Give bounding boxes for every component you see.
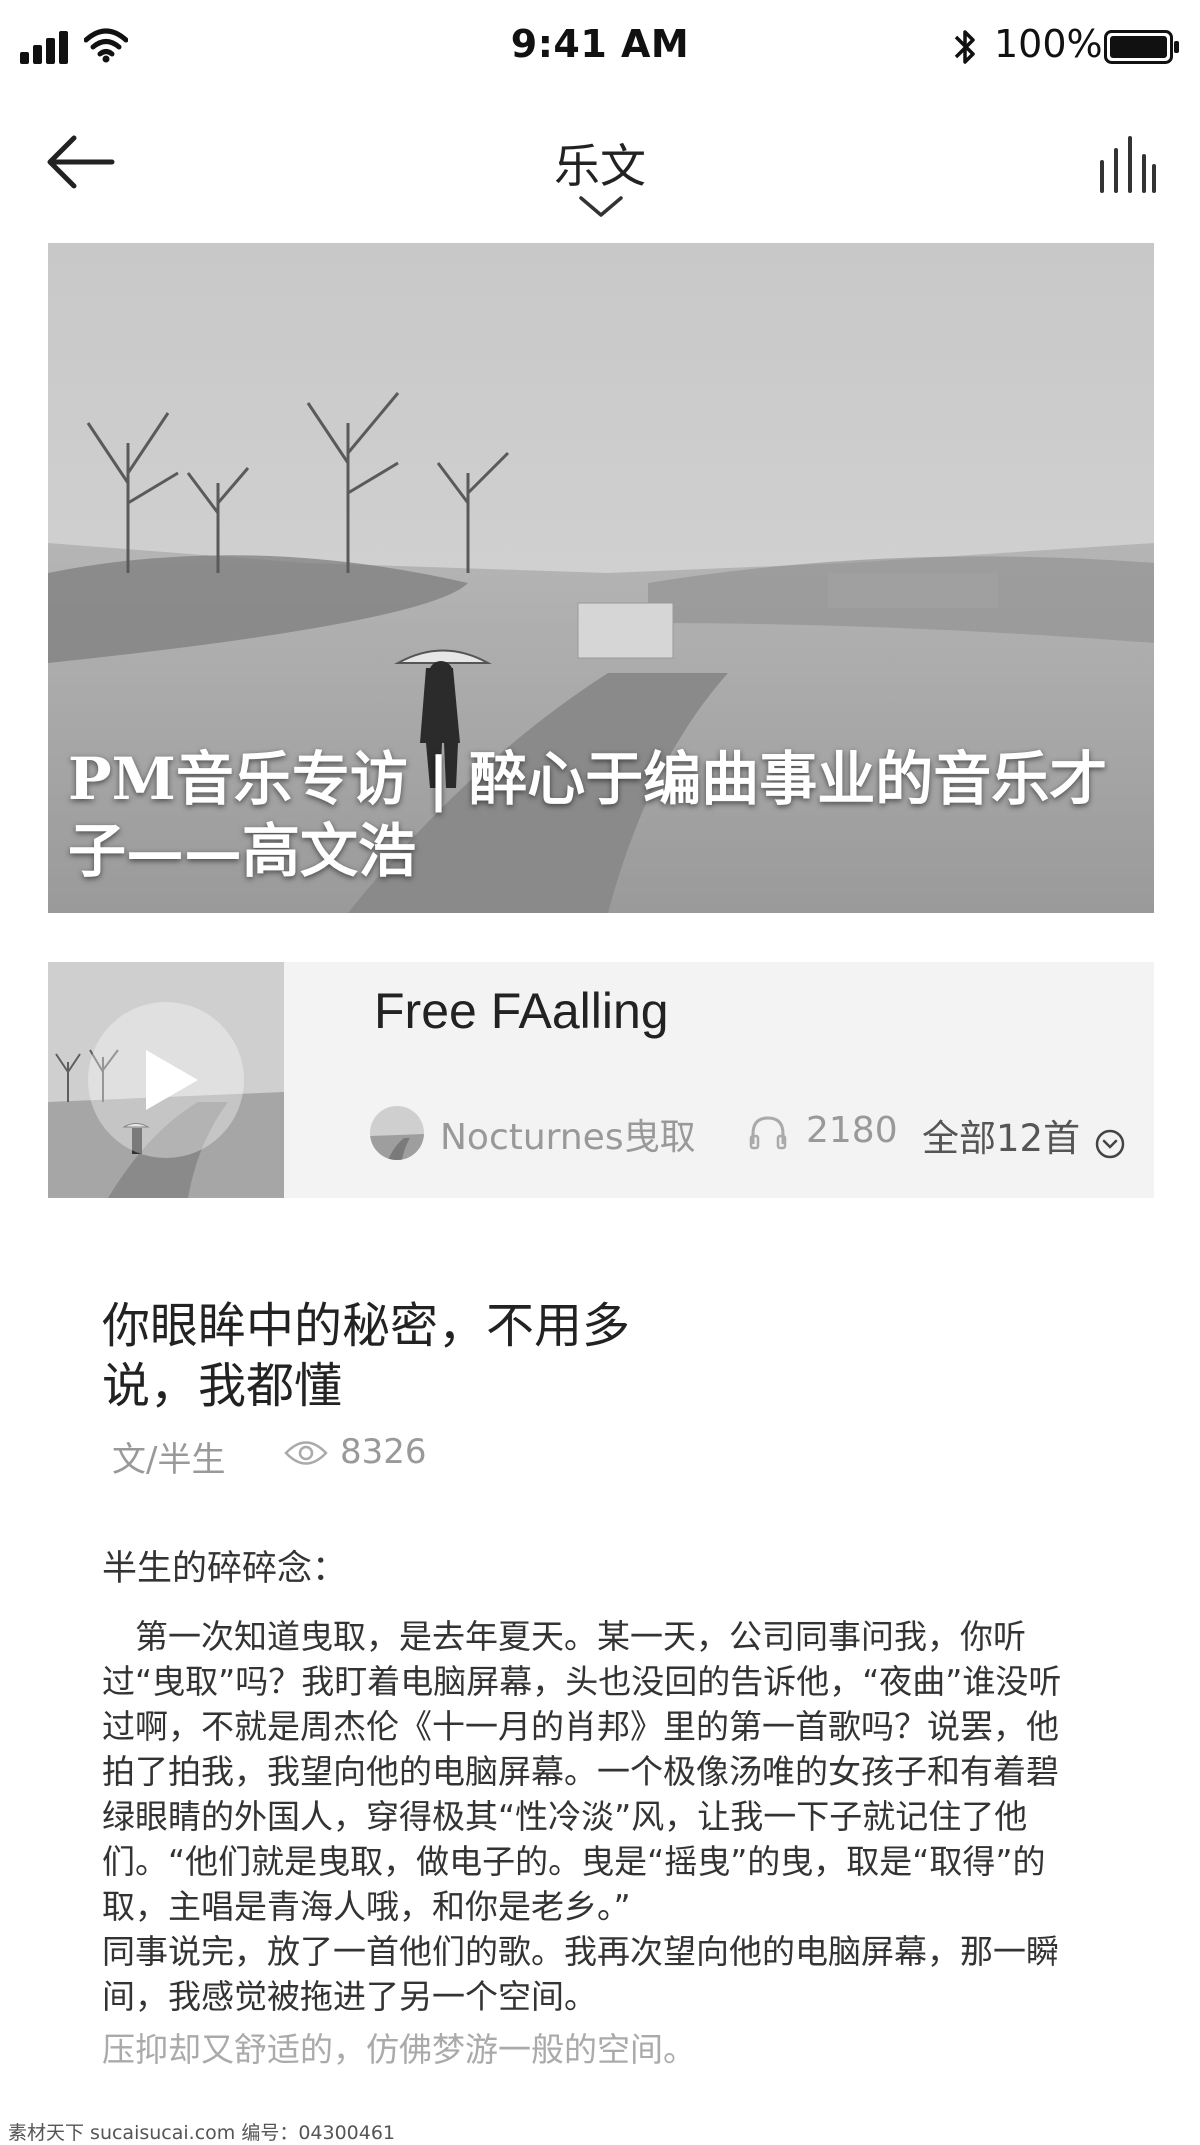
- section-heading: 半生的碎碎念：: [102, 1549, 348, 1589]
- bluetooth-icon: [954, 30, 975, 64]
- battery-percent: 100%: [994, 22, 1103, 66]
- article-body: 第一次知道曳取，是去年夏天。某一天，公司同事问我，你听过“曳取”吗？我盯着电脑屏…: [102, 1614, 1072, 2072]
- article-title: 你眼眸中的秘密，不用多说，我都懂: [102, 1298, 631, 1414]
- watermark-text: 素材天下 sucaisucai.com 编号：04300461: [8, 2122, 396, 2144]
- hero-title[interactable]: PM音乐专访 | 醉心于编曲事业的音乐才子——高文浩: [68, 743, 1148, 887]
- chevron-down-icon[interactable]: [578, 194, 624, 220]
- play-button[interactable]: [88, 1002, 244, 1158]
- article-author[interactable]: 文/半生: [112, 1432, 225, 1481]
- article-paragraph: 第一次知道曳取，是去年夏天。某一天，公司同事问我，你听过“曳取”吗？我盯着电脑屏…: [102, 1617, 1062, 1926]
- view-count: 8326: [340, 1432, 427, 1472]
- headphone-icon: [749, 1116, 787, 1150]
- all-songs-link[interactable]: 全部12首: [922, 1108, 1080, 1162]
- watermark: 素材天下 sucaisucai.com 编号：04300461: [0, 2116, 1200, 2144]
- hero-banner[interactable]: PM音乐专访 | 醉心于编曲事业的音乐才子——高文浩: [48, 243, 1154, 913]
- music-card[interactable]: Free FAalling Nocturnes曳取 2180 全部12首: [48, 962, 1154, 1198]
- page-title[interactable]: 乐文: [0, 130, 1200, 196]
- play-count: 2180: [806, 1110, 898, 1151]
- artist-avatar[interactable]: [370, 1106, 424, 1160]
- artist-name[interactable]: Nocturnes曳取: [440, 1108, 696, 1160]
- battery-icon: [1104, 30, 1179, 64]
- eye-icon: [284, 1441, 328, 1465]
- article-faded-line: 压抑却又舒适的，仿佛梦游一般的空间。: [102, 2030, 696, 2069]
- status-bar: 9:41 AM 100%: [0, 0, 1200, 96]
- equalizer-icon[interactable]: [1096, 136, 1158, 194]
- chevron-down-circle-icon[interactable]: [1094, 1128, 1126, 1160]
- song-title[interactable]: Free FAalling: [374, 982, 669, 1040]
- article-paragraph: 同事说完，放了一首他们的歌。我再次望向他的电脑屏幕，那一瞬间，我感觉被拖进了另一…: [102, 1932, 1059, 2016]
